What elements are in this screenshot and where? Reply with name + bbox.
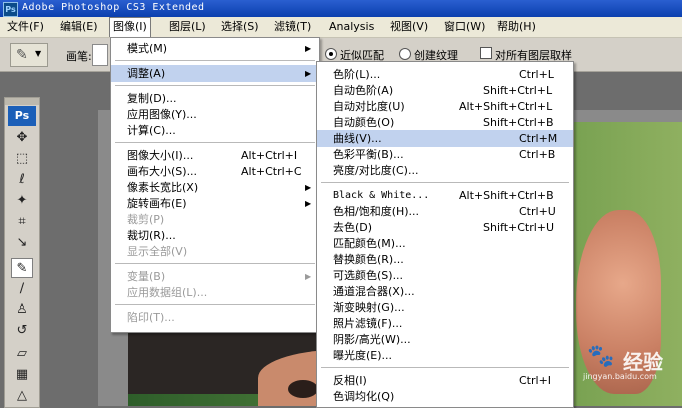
photo-eye — [288, 380, 318, 398]
adjust-selective-color[interactable]: 可选颜色(S)... — [317, 267, 573, 284]
healing-brush-tool-icon[interactable]: ✎ — [11, 258, 33, 278]
image-menu-reveal-all: 显示全部(V) — [127, 245, 188, 258]
adjust-match-color[interactable]: 匹配颜色(M)... — [317, 235, 573, 252]
menu-bar: 文件(F) 编辑(E) 图像(I) 图层(L) 选择(S) 滤镜(T) Anal… — [0, 17, 682, 38]
submenu-arrow-icon: ▶ — [305, 183, 312, 192]
submenu-arrow-icon: ▶ — [305, 272, 312, 281]
brush-label: 画笔: — [66, 50, 92, 63]
lasso-tool-icon[interactable]: ℓ — [11, 170, 33, 190]
watermark-brand: Bai — [525, 346, 565, 371]
menu-image[interactable]: 图像(I) — [109, 17, 151, 37]
image-menu: 模式(M) ▶ 调整(A) ▶ 复制(D)... 应用图像(Y)... 计算(C).… — [110, 37, 320, 333]
image-menu-crop: 裁剪(P) — [127, 213, 165, 226]
image-menu-pixel-aspect-ratio[interactable]: 像素长宽比(X) ▶ — [111, 179, 319, 196]
menu-layer[interactable]: 图层(L) — [166, 17, 209, 37]
image-menu-adjustments[interactable]: 调整(A) ▶ — [111, 65, 319, 82]
marquee-tool-icon[interactable]: ⬚ — [11, 149, 33, 169]
clone-stamp-tool-icon[interactable]: ♙ — [11, 300, 33, 320]
adjust-photo-filter[interactable]: 照片滤镜(F)... — [317, 315, 573, 332]
eyedropper-tool-icon[interactable]: ↘ — [11, 233, 33, 253]
submenu-arrow-icon: ▶ — [305, 199, 312, 208]
menu-separator — [115, 304, 315, 305]
image-menu-trim[interactable]: 裁切(R)... — [111, 227, 319, 244]
image-menu-mode[interactable]: 模式(M) ▶ — [111, 40, 319, 57]
move-tool-icon[interactable]: ✥ — [11, 128, 33, 148]
adjust-auto-color[interactable]: 自动颜色(O) Shift+Ctrl+B — [317, 114, 573, 131]
image-menu-apply-data-set: 应用数据组(L)... — [127, 286, 208, 299]
adjust-channel-mixer[interactable]: 通道混合器(X)... — [317, 283, 573, 300]
image-menu-rotate-canvas[interactable]: 旋转画布(E) ▶ — [111, 195, 319, 212]
adjust-color-balance[interactable]: 色彩平衡(B)... Ctrl+B — [317, 146, 573, 163]
tool-preset-picker[interactable]: ✎ ▼ — [10, 43, 48, 67]
menu-separator — [115, 142, 315, 143]
healing-brush-icon: ✎ — [16, 47, 28, 63]
eraser-tool-icon[interactable]: ▱ — [11, 344, 33, 364]
image-menu-image-size[interactable]: 图像大小(I)... Alt+Ctrl+I — [111, 147, 319, 164]
adjust-auto-levels[interactable]: 自动色阶(A) Shift+Ctrl+L — [317, 82, 573, 99]
proximity-match-radio[interactable] — [325, 48, 337, 60]
menu-separator — [321, 182, 569, 183]
watermark-jingyan: 经验 — [623, 350, 663, 374]
title-bar: Ps Adobe Photoshop CS3 Extended — [0, 0, 682, 17]
image-menu-canvas-size[interactable]: 画布大小(S)... Alt+Ctrl+C — [111, 163, 319, 180]
image-menu-apply-image[interactable]: 应用图像(Y)... — [111, 106, 319, 123]
adjust-hue-saturation[interactable]: 色相/饱和度(H)... Ctrl+U — [317, 203, 573, 220]
paw-icon: 🐾 — [587, 344, 615, 369]
toolbox: Ps ✥ ⬚ ℓ ✦ ⌗ ↘ ✎ ∕ ♙ ↺ ▱ ▦ △ — [4, 97, 40, 408]
adjust-curves[interactable]: 曲线(V)... Ctrl+M — [317, 130, 573, 147]
menu-file[interactable]: 文件(F) — [4, 17, 47, 37]
magic-wand-tool-icon[interactable]: ✦ — [11, 191, 33, 211]
menu-select[interactable]: 选择(S) — [218, 17, 262, 37]
adjust-gradient-map[interactable]: 渐变映射(G)... — [317, 299, 573, 316]
brush-tool-icon[interactable]: ∕ — [11, 279, 33, 299]
menu-separator — [115, 263, 315, 264]
menu-analysis[interactable]: Analysis — [326, 17, 377, 37]
sample-all-layers-checkbox[interactable] — [480, 47, 492, 59]
brush-picker[interactable] — [92, 44, 108, 66]
menu-separator — [115, 60, 315, 61]
image-menu-duplicate[interactable]: 复制(D)... — [111, 90, 319, 107]
adjust-desaturate[interactable]: 去色(D) Shift+Ctrl+U — [317, 219, 573, 236]
menu-help[interactable]: 帮助(H) — [494, 17, 539, 37]
adjust-equalize[interactable]: 色调均化(Q) — [317, 388, 573, 405]
image-menu-variables: 变量(B) ▶ — [127, 270, 312, 283]
adjust-black-white[interactable]: Black & White... Alt+Shift+Ctrl+B — [317, 187, 573, 204]
menu-filter[interactable]: 滤镜(T) — [271, 17, 314, 37]
toolbox-grip[interactable] — [5, 98, 39, 105]
adjust-auto-contrast[interactable]: 自动对比度(U) Alt+Shift+Ctrl+L — [317, 98, 573, 115]
adjust-brightness-contrast[interactable]: 亮度/对比度(C)... — [317, 162, 573, 179]
submenu-arrow-icon: ▶ — [305, 44, 312, 53]
blur-tool-icon[interactable]: △ — [11, 386, 33, 406]
menu-view[interactable]: 视图(V) — [387, 17, 431, 37]
create-texture-radio[interactable] — [399, 48, 411, 60]
adjust-replace-color[interactable]: 替换颜色(R)... — [317, 251, 573, 268]
crop-tool-icon[interactable]: ⌗ — [11, 212, 33, 232]
image-menu-trap: 陷印(T)... — [127, 311, 175, 324]
history-brush-tool-icon[interactable]: ↺ — [11, 321, 33, 341]
menu-window[interactable]: 窗口(W) — [441, 17, 488, 37]
photoshop-app-icon: Ps — [3, 2, 18, 17]
menu-separator — [115, 85, 315, 86]
image-menu-calculations[interactable]: 计算(C)... — [111, 122, 319, 139]
adjust-levels[interactable]: 色阶(L)... Ctrl+L — [317, 66, 573, 83]
baidu-jingyan-watermark: Bai 🐾 经验 jingyan.baidu.com — [525, 340, 675, 381]
window-title: Adobe Photoshop CS3 Extended — [22, 2, 205, 13]
chevron-down-icon: ▼ — [35, 49, 42, 58]
submenu-arrow-icon: ▶ — [305, 69, 312, 78]
watermark-url: jingyan.baidu.com — [583, 372, 657, 381]
gradient-tool-icon[interactable]: ▦ — [11, 365, 33, 385]
photoshop-logo: Ps — [8, 106, 36, 126]
menu-edit[interactable]: 编辑(E) — [57, 17, 101, 37]
